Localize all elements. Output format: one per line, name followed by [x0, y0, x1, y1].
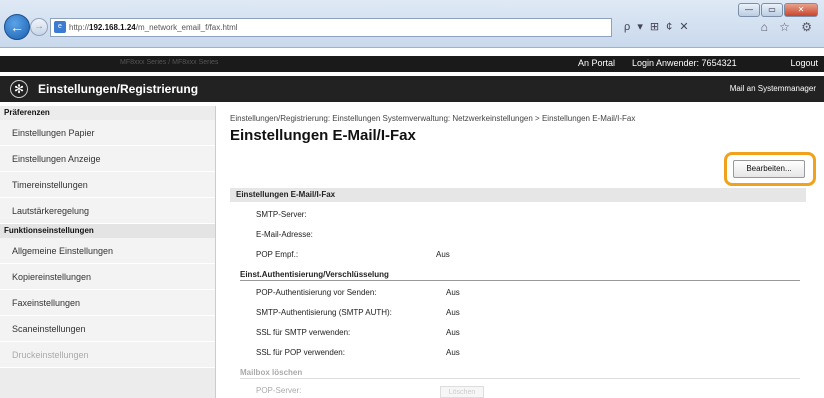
auth-encryption-subheading: Einst.Authentisierung/Verschlüsselung — [240, 270, 800, 281]
sidebar-item-copy[interactable]: Kopiereinstellungen — [0, 264, 215, 290]
close-button[interactable]: ✕ — [784, 3, 818, 17]
ssl-pop-row: SSL für POP verwenden: Aus — [256, 348, 460, 357]
pop-receive-value: Aus — [436, 250, 450, 259]
edit-button-highlight: Bearbeiten... — [724, 152, 816, 186]
sidebar-item-paper[interactable]: Einstellungen Papier — [0, 120, 215, 146]
title-bar: ✻ Einstellungen/Registrierung Mail an Sy… — [0, 76, 824, 102]
sidebar: Präferenzen Einstellungen Papier Einstel… — [0, 106, 216, 398]
pop-auth-value: Aus — [446, 288, 460, 297]
pop-auth-row: POP-Authentisierung vor Senden: Aus — [256, 288, 460, 297]
sidebar-item-display[interactable]: Einstellungen Anzeige — [0, 146, 215, 172]
sidebar-item-print[interactable]: Druckeinstellungen — [0, 342, 215, 368]
back-arrow-icon[interactable]: ← — [4, 14, 30, 40]
sidebar-item-general[interactable]: Allgemeine Einstellungen — [0, 238, 215, 264]
smtp-auth-value: Aus — [446, 308, 460, 317]
sidebar-item-timer[interactable]: Timereinstellungen — [0, 172, 215, 198]
settings-gear-icon: ✻ — [10, 80, 28, 98]
browser-chrome: — ▭ ✕ ← → http://192.168.1.24/m_network_… — [0, 0, 824, 48]
page-title: Einstellungen E-Mail/I-Fax — [230, 127, 416, 144]
smtp-server-label: SMTP-Server: — [256, 210, 307, 219]
maximize-button[interactable]: ▭ — [761, 3, 783, 17]
pop-server-label: POP-Server: — [256, 386, 302, 395]
sidebar-heading-preferences: Präferenzen — [4, 108, 50, 117]
mailbox-delete-subheading: Mailbox löschen — [240, 368, 800, 379]
pop-server-row: POP-Server: — [256, 386, 301, 395]
address-tools[interactable]: ρ ▾ ⊞ ¢ ✕ — [624, 18, 691, 37]
login-user: Login Anwender: 7654321 — [632, 58, 737, 68]
email-address-label: E-Mail-Adresse: — [256, 230, 313, 239]
pop-auth-label: POP-Authentisierung vor Senden: — [256, 288, 377, 297]
portal-link[interactable]: An Portal — [578, 58, 615, 68]
address-bar[interactable]: http://192.168.1.24/m_network_email_f/fa… — [50, 18, 612, 37]
sidebar-item-scan[interactable]: Scaneinstellungen — [0, 316, 215, 342]
ssl-pop-value: Aus — [446, 348, 460, 357]
breadcrumb: Einstellungen/Registrierung: Einstellung… — [230, 114, 636, 123]
top-bar: MF8xxx Series / MF8xxx Series An Portal … — [0, 56, 824, 72]
browser-toolbar-icons[interactable]: ⌂ ☆ ⚙ — [761, 18, 816, 37]
main-content: Einstellungen/Registrierung: Einstellung… — [230, 106, 820, 398]
edit-button[interactable]: Bearbeiten... — [733, 160, 805, 178]
section-heading: Einstellungen E-Mail/I-Fax — [230, 188, 806, 202]
sidebar-item-volume[interactable]: Lautstärkeregelung — [0, 198, 215, 224]
delete-mailbox-button[interactable]: Löschen — [440, 386, 484, 398]
ssl-pop-label: SSL für POP verwenden: — [256, 348, 345, 357]
mail-to-sysadmin-link[interactable]: Mail an Systemmanager — [730, 84, 816, 93]
logout-link[interactable]: Logout — [790, 58, 818, 68]
sidebar-heading-functions: Funktionseinstellungen — [0, 224, 215, 238]
smtp-server-row: SMTP-Server: — [256, 210, 307, 219]
minimize-button[interactable]: — — [738, 3, 760, 17]
ssl-smtp-label: SSL für SMTP verwenden: — [256, 328, 351, 337]
smtp-auth-row: SMTP-Authentisierung (SMTP AUTH): Aus — [256, 308, 460, 317]
ssl-smtp-row: SSL für SMTP verwenden: Aus — [256, 328, 460, 337]
sidebar-item-fax[interactable]: Faxeinstellungen — [0, 290, 215, 316]
email-address-row: E-Mail-Adresse: — [256, 230, 313, 239]
ssl-smtp-value: Aus — [446, 328, 460, 337]
device-name: MF8xxx Series / MF8xxx Series — [120, 59, 219, 66]
smtp-auth-label: SMTP-Authentisierung (SMTP AUTH): — [256, 308, 392, 317]
window-controls: — ▭ ✕ — [738, 3, 818, 17]
page-favicon-icon: e — [54, 21, 66, 33]
pop-receive-label: POP Empf.: — [256, 250, 299, 259]
forward-arrow-icon[interactable]: → — [30, 18, 48, 36]
page-section-title: Einstellungen/Registrierung — [38, 82, 199, 96]
pop-receive-row: POP Empf.: Aus — [256, 250, 450, 259]
